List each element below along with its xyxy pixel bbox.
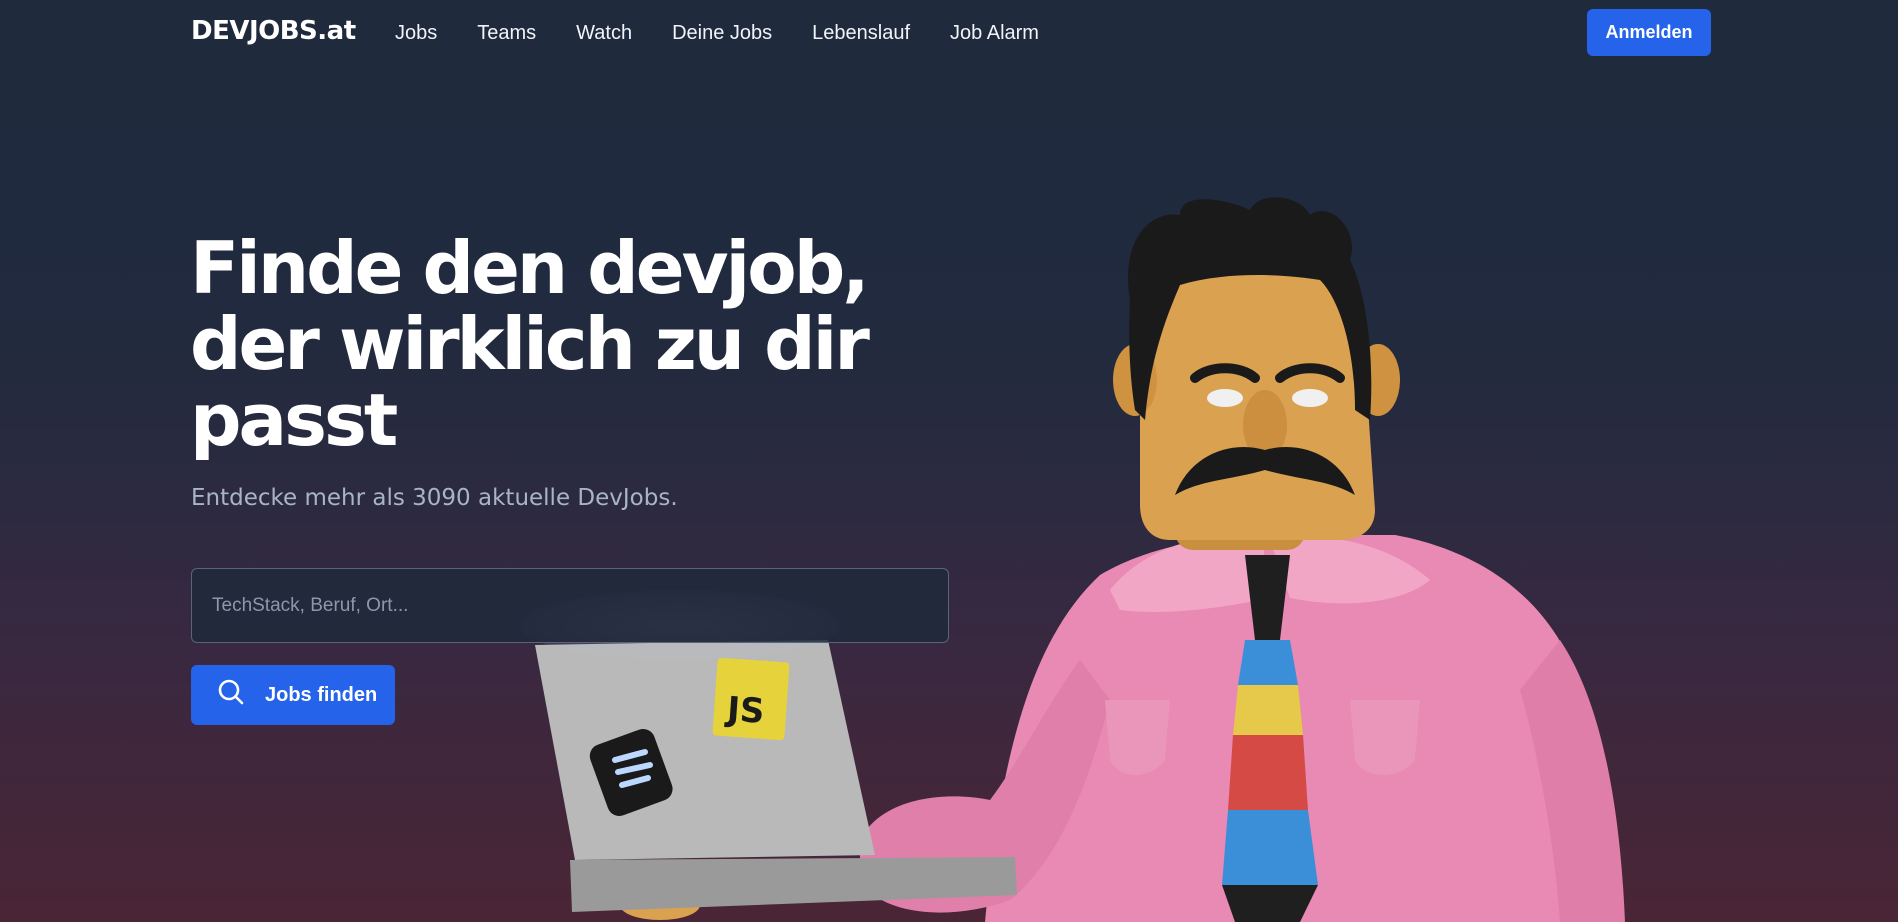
laptop-logo-sticker — [589, 728, 673, 816]
site-logo[interactable]: DEVJOBS.at — [191, 16, 356, 46]
search-icon — [217, 678, 245, 712]
character-right-eyebrow — [1275, 363, 1345, 383]
character-right-pocket — [1350, 700, 1420, 775]
character-tie-tip — [1222, 885, 1318, 922]
character-collar-right — [1270, 536, 1430, 604]
laptop-base — [570, 857, 1017, 912]
character-tie-red — [1228, 735, 1308, 810]
character-hand — [620, 890, 700, 920]
character-right-arm — [1520, 640, 1625, 922]
character-right-eye — [1292, 389, 1328, 407]
nav-link-job-alarm[interactable]: Job Alarm — [950, 22, 1039, 45]
character-head — [1140, 210, 1375, 540]
hero-title-line-2: der wirklich zu dir — [190, 302, 870, 386]
hero-title: Finde den devjob, der wirklich zu dir pa… — [190, 230, 910, 458]
character-tie-yellow — [1233, 685, 1303, 735]
character-left-eye — [1207, 389, 1243, 407]
character-mustache — [1175, 447, 1355, 495]
find-jobs-button[interactable]: Jobs finden — [191, 665, 395, 725]
laptop-logo-sticker-mark — [612, 749, 653, 788]
character-collar — [1110, 536, 1265, 612]
character-tie-blue-bottom — [1222, 810, 1318, 885]
character-hair — [1128, 197, 1372, 420]
character-tie-knot — [1245, 555, 1290, 640]
character-left-pocket — [1105, 700, 1170, 775]
character-shirt — [985, 535, 1620, 922]
laptop-js-sticker — [712, 657, 790, 741]
character-nose — [1243, 390, 1287, 460]
hero-subtitle: Entdecke mehr als 3090 aktuelle DevJobs. — [191, 485, 678, 511]
nav-link-jobs[interactable]: Jobs — [395, 22, 437, 45]
find-jobs-label: Jobs finden — [265, 683, 378, 706]
laptop-lid — [535, 640, 875, 860]
nav-links: Jobs Teams Watch Deine Jobs Lebenslauf J… — [395, 22, 1039, 45]
nav-link-deine-jobs[interactable]: Deine Jobs — [672, 22, 772, 45]
login-button[interactable]: Anmelden — [1587, 9, 1711, 56]
character-left-ear — [1113, 344, 1157, 416]
search-input[interactable] — [191, 568, 949, 643]
nav-link-teams[interactable]: Teams — [477, 22, 536, 45]
character-tie-blue-top — [1238, 640, 1298, 685]
hero-title-line-3: passt — [190, 378, 398, 462]
character-neck — [1175, 480, 1305, 550]
top-navigation: DEVJOBS.at Jobs Teams Watch Deine Jobs L… — [0, 0, 1898, 66]
nav-link-watch[interactable]: Watch — [576, 22, 632, 45]
character-arm — [860, 660, 1110, 913]
nav-link-lebenslauf[interactable]: Lebenslauf — [812, 22, 910, 45]
hero-title-line-1: Finde den devjob, — [190, 226, 870, 310]
character-left-eyebrow — [1190, 363, 1260, 383]
laptop-js-sticker-text: JS — [724, 689, 766, 732]
character-right-ear — [1356, 344, 1400, 416]
